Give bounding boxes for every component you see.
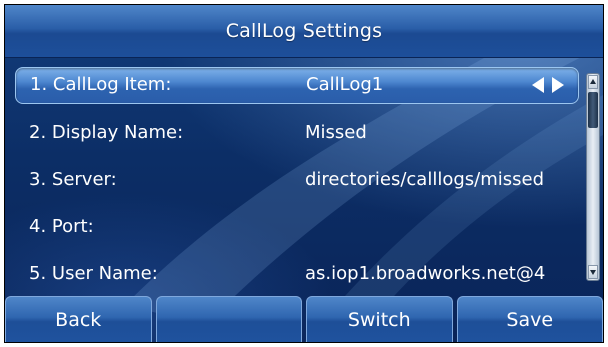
right-arrow-icon[interactable] (552, 77, 564, 93)
left-arrow-icon[interactable] (532, 77, 544, 93)
empty-softkey[interactable] (155, 296, 302, 342)
setting-label: 3. Server: (29, 169, 117, 190)
page-title: CallLog Settings (225, 20, 383, 42)
setting-value[interactable]: directories/calllogs/missed (305, 169, 577, 190)
title-bar: CallLog Settings (5, 5, 603, 58)
save-button[interactable]: Save (456, 296, 603, 342)
switch-button[interactable]: Switch (306, 296, 453, 342)
scroll-up-button[interactable] (588, 75, 598, 89)
setting-label: 4. Port: (29, 216, 94, 237)
setting-row-calllog-item[interactable]: 1. CallLog Item: CallLog1 (15, 67, 579, 104)
scroll-down-button[interactable] (588, 265, 598, 279)
back-button[interactable]: Back (5, 296, 152, 342)
setting-row-port[interactable]: 4. Port: (15, 210, 577, 245)
value-switcher[interactable] (532, 77, 564, 93)
scroll-thumb[interactable] (588, 92, 598, 128)
setting-row-display-name[interactable]: 2. Display Name: Missed (15, 116, 577, 151)
setting-row-server[interactable]: 3. Server: directories/calllogs/missed (15, 163, 577, 198)
softkey-bar: Back Switch Save (5, 296, 603, 342)
setting-label: 2. Display Name: (29, 122, 184, 143)
setting-value[interactable]: 4@as.iop1.broadworks.net (305, 263, 577, 284)
chevron-up-icon (590, 79, 596, 84)
setting-value[interactable]: Missed (305, 122, 577, 143)
setting-label: 5. User Name: (29, 263, 158, 284)
chevron-down-icon (590, 270, 596, 275)
setting-label: 1. CallLog Item: (30, 74, 172, 95)
settings-list: 1. CallLog Item: CallLog1 2. Display Nam… (15, 67, 579, 304)
scrollbar[interactable] (586, 73, 600, 281)
phone-screen: CallLog Settings 1. CallLog Item: CallLo… (4, 4, 604, 343)
setting-row-user-name[interactable]: 5. User Name: 4@as.iop1.broadworks.net (15, 257, 577, 292)
